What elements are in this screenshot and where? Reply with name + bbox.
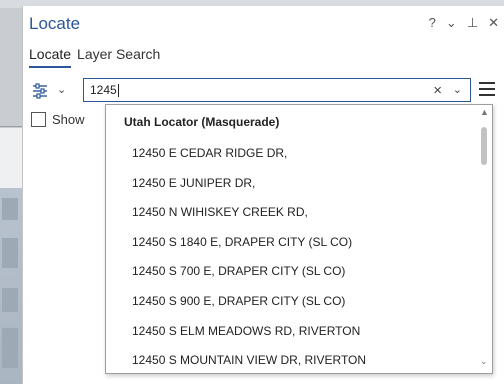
suggestion-item[interactable]: 12450 S MOUNTAIN VIEW DR, RIVERTON — [106, 346, 476, 373]
suggestions-list: 12450 E CEDAR RIDGE DR, 12450 E JUNIPER … — [106, 139, 476, 373]
search-input-value: 1245 — [90, 83, 119, 98]
suggestions-dropdown: Utah Locator (Masquerade) 12450 E CEDAR … — [105, 104, 493, 374]
pane-title: Locate — [29, 14, 81, 33]
tab-layer-search[interactable]: Layer Search — [77, 46, 160, 68]
search-input[interactable]: 1245 × ⌄ — [83, 78, 471, 102]
clear-icon[interactable]: × — [433, 82, 442, 99]
background-map — [0, 128, 22, 384]
suggestion-item[interactable]: 12450 S 1840 E, DRAPER CITY (SL CO) — [106, 228, 476, 258]
background-divider — [0, 126, 22, 127]
locator-options-chevron-icon[interactable]: ⌄ — [57, 83, 66, 96]
close-button[interactable]: ✕ — [488, 16, 499, 30]
suggestion-item[interactable]: 12450 E JUNIPER DR, — [106, 169, 476, 199]
scrollbar-thumb[interactable] — [481, 127, 487, 165]
pin-button[interactable]: ⊥ — [467, 16, 478, 30]
suggestion-item[interactable]: 12450 S ELM MEADOWS RD, RIVERTON — [106, 317, 476, 347]
search-row: ⌄ 1245 × ⌄ — [29, 78, 499, 104]
suggestion-item[interactable]: 12450 S 700 E, DRAPER CITY (SL CO) — [106, 257, 476, 287]
show-option: Show — [31, 112, 85, 127]
locator-options-icon[interactable] — [31, 82, 49, 100]
show-label: Show — [52, 112, 85, 127]
tab-bar: Locate Layer Search — [29, 46, 160, 68]
pane-controls: ? ⌄ ⊥ ✕ — [429, 16, 499, 30]
scroll-up-icon[interactable]: ▲ — [480, 107, 489, 117]
tab-locate[interactable]: Locate — [29, 46, 72, 68]
suggestions-scrollbar[interactable]: ▲ ⌄ — [476, 105, 492, 373]
pane-options-button[interactable]: ⌄ — [446, 16, 457, 30]
suggestions-header: Utah Locator (Masquerade) — [124, 115, 280, 129]
scroll-down-icon[interactable]: ⌄ — [480, 356, 488, 367]
dropdown-chevron-icon[interactable]: ⌄ — [453, 83, 462, 96]
menu-icon[interactable] — [479, 82, 495, 96]
suggestion-item[interactable]: 12450 E CEDAR RIDGE DR, — [106, 139, 476, 169]
help-button[interactable]: ? — [429, 16, 436, 30]
suggestion-item[interactable]: 12450 S 900 E, DRAPER CITY (SL CO) — [106, 287, 476, 317]
locate-pane: Locate ? ⌄ ⊥ ✕ Locate Layer Search ⌄ 124… — [22, 6, 504, 384]
show-checkbox[interactable] — [31, 112, 46, 127]
suggestion-item[interactable]: 12450 N WIHISKEY CREEK RD, — [106, 198, 476, 228]
